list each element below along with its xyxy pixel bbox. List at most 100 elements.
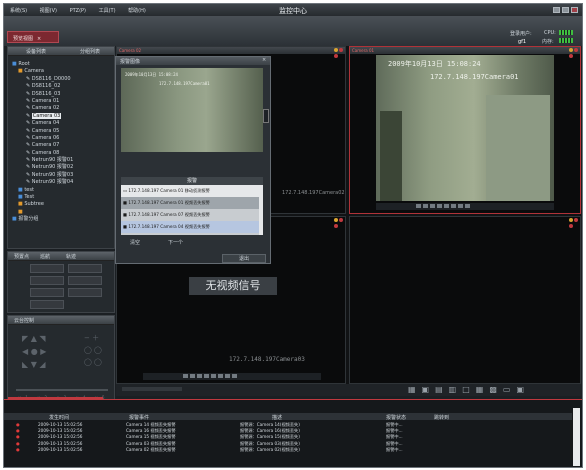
video-cell-4[interactable] bbox=[349, 216, 581, 384]
stop-icon[interactable] bbox=[339, 48, 343, 52]
preset-button[interactable] bbox=[30, 300, 64, 309]
tree-item[interactable]: ✎ Camera 07 bbox=[12, 142, 112, 149]
playback-controls bbox=[143, 373, 321, 380]
zoom-icon[interactable] bbox=[211, 374, 216, 378]
record-icon[interactable] bbox=[334, 48, 338, 52]
mem-label: 内存: bbox=[542, 39, 554, 45]
stop-icon[interactable] bbox=[574, 48, 578, 52]
menu-tools[interactable]: 工具(T) bbox=[99, 8, 116, 14]
tree-item[interactable]: ■ Subtree bbox=[12, 201, 112, 208]
tab-groups[interactable]: 分组列表 bbox=[80, 48, 100, 55]
tree-item[interactable]: ✎ Netrun90 报警02 bbox=[12, 164, 112, 171]
tab-devices[interactable]: 设备列表 bbox=[26, 48, 46, 55]
osd-datetime: 2009年10月13日 15:08:24 bbox=[125, 72, 178, 77]
settings-icon[interactable] bbox=[465, 204, 470, 208]
title-bar: 系统(S) 视图(V) PTZ(P) 工具(T) 帮助(H) 监控中心 bbox=[4, 4, 582, 16]
audio-icon[interactable] bbox=[197, 374, 202, 378]
tree-item[interactable]: ✎ Camera 02 bbox=[12, 105, 112, 112]
tree-item[interactable]: ✎ DS8116_02 bbox=[12, 83, 112, 90]
menu-view[interactable]: 视图(V) bbox=[40, 8, 57, 14]
stop-icon[interactable] bbox=[574, 218, 578, 222]
ptz-direction-pad[interactable]: ◤ ▲ ◥ ◀ ● ▶ ◣ ▼ ◢ bbox=[22, 332, 46, 371]
close-tab-icon[interactable]: × bbox=[37, 36, 41, 42]
ptz-speed-slider[interactable] bbox=[16, 389, 108, 391]
preset-button[interactable] bbox=[68, 264, 102, 273]
tree-item[interactable]: ✎ Camera 01 bbox=[12, 98, 112, 105]
tree-item[interactable]: ✎ Camera 06 bbox=[12, 135, 112, 142]
record-icon[interactable] bbox=[569, 48, 573, 52]
audio-icon[interactable] bbox=[430, 204, 435, 208]
col-status[interactable]: 报警状态 bbox=[386, 414, 406, 421]
close-icon[interactable] bbox=[334, 224, 338, 228]
alarm-list-item[interactable]: ■ 172.7.148.197 Camera 04 视频丢失报警 bbox=[121, 221, 259, 233]
info-icon[interactable] bbox=[458, 204, 463, 208]
alarm-list-item[interactable]: ▭ 172.7.148.197 Camera 01 移动侦测报警 bbox=[121, 185, 259, 197]
tree-item-selected[interactable]: ✎ Camera 03 bbox=[12, 112, 112, 120]
close-icon[interactable] bbox=[569, 54, 573, 58]
tree-item[interactable]: ✎ Camera 08 bbox=[12, 150, 112, 157]
tree-item[interactable]: ✎ Netrun90 报警04 bbox=[12, 179, 112, 186]
tree-item[interactable]: ✎ DS8116_03 bbox=[12, 91, 112, 98]
alarm-list-scrollbar[interactable] bbox=[259, 185, 263, 235]
exit-button[interactable]: 退出 bbox=[222, 254, 266, 263]
settings-icon[interactable] bbox=[232, 374, 237, 378]
record-icon[interactable] bbox=[190, 374, 195, 378]
fullscreen-icon[interactable] bbox=[218, 374, 223, 378]
cell-controls bbox=[568, 218, 580, 230]
alarm-list-item[interactable]: ■ 172.7.148.197 Camera 07 视频丢失报警 bbox=[121, 209, 259, 221]
preset-button[interactable] bbox=[30, 276, 64, 285]
tree-item[interactable]: ■ Test bbox=[12, 194, 112, 201]
tab-track[interactable]: 轨迹 bbox=[66, 253, 76, 260]
alarm-table-scrollbar[interactable] bbox=[573, 408, 580, 466]
tab-preview[interactable]: 预览视图 × bbox=[7, 31, 59, 43]
close-icon[interactable] bbox=[334, 54, 338, 58]
col-desc[interactable]: 描述 bbox=[272, 414, 282, 421]
record-icon[interactable] bbox=[334, 218, 338, 222]
tree-item[interactable]: ✎ Camera 04 bbox=[12, 120, 112, 127]
osd-datetime: 2009年10月13日 15:08:24 bbox=[388, 60, 481, 68]
minimize-button[interactable] bbox=[553, 7, 560, 13]
layout-buttons[interactable]: ▦▣▤▥□▦▩▭▣ bbox=[408, 385, 530, 394]
fullscreen-icon[interactable] bbox=[451, 204, 456, 208]
info-icon[interactable] bbox=[225, 374, 230, 378]
snapshot-icon[interactable] bbox=[416, 204, 421, 208]
close-button[interactable] bbox=[571, 7, 578, 13]
col-time[interactable]: 发生时间 bbox=[49, 414, 69, 421]
col-event[interactable]: 报警事件 bbox=[129, 414, 149, 421]
tree-camera-group[interactable]: ■ Camera bbox=[12, 68, 112, 75]
menu-help[interactable]: 帮助(H) bbox=[128, 8, 146, 14]
preset-button[interactable] bbox=[68, 288, 102, 297]
menu-system[interactable]: 系统(S) bbox=[10, 8, 27, 14]
zoom-icon[interactable] bbox=[444, 204, 449, 208]
popup-resize-handle[interactable] bbox=[263, 109, 269, 123]
stop-icon[interactable] bbox=[339, 218, 343, 222]
tab-cruise[interactable]: 巡航 bbox=[40, 253, 50, 260]
tree-alarm-group[interactable]: ■ 报警分组 bbox=[12, 216, 112, 223]
volume-slider[interactable] bbox=[122, 387, 182, 391]
tab-preset[interactable]: 预置点 bbox=[14, 253, 29, 260]
menu-ptz[interactable]: PTZ(P) bbox=[70, 8, 86, 14]
record-icon[interactable] bbox=[423, 204, 428, 208]
computer-icon: ■ bbox=[12, 61, 17, 67]
ptz-zoom-buttons[interactable]: − ＋ ◯ ◯ ◯ ◯ bbox=[84, 332, 102, 368]
snapshot-icon[interactable] bbox=[183, 374, 188, 378]
preset-button[interactable] bbox=[30, 288, 64, 297]
tree-item[interactable]: ✎ Camera 05 bbox=[12, 128, 112, 135]
ptz-icon[interactable] bbox=[437, 204, 442, 208]
ptz-icon[interactable] bbox=[204, 374, 209, 378]
close-icon[interactable] bbox=[569, 224, 573, 228]
close-icon[interactable]: × bbox=[262, 57, 266, 63]
alarm-list-item[interactable]: ■ 172.7.148.197 Camera 01 视频丢失报警 bbox=[121, 197, 259, 209]
record-icon[interactable] bbox=[569, 218, 573, 222]
table-row[interactable]: ● 2009-10-13 15:02:56 Camera 02 视频丢失报警 报警源：… bbox=[4, 447, 572, 453]
col-jump[interactable]: 跳转到 bbox=[434, 414, 449, 421]
next-button[interactable]: 下一个 bbox=[168, 239, 183, 246]
preset-button[interactable] bbox=[30, 264, 64, 273]
tree-root[interactable]: ■ Root bbox=[12, 61, 112, 68]
video-cell-1[interactable]: Camera 01 2009年10月13日 15:08:24 172.7.148… bbox=[349, 46, 581, 214]
clear-button[interactable]: 清空 bbox=[130, 239, 140, 246]
maximize-button[interactable] bbox=[562, 7, 569, 13]
tree-item[interactable]: ■ test bbox=[12, 187, 112, 194]
tree-item[interactable]: ✎ DS8116_D0000 bbox=[12, 76, 112, 83]
preset-button[interactable] bbox=[68, 276, 102, 285]
